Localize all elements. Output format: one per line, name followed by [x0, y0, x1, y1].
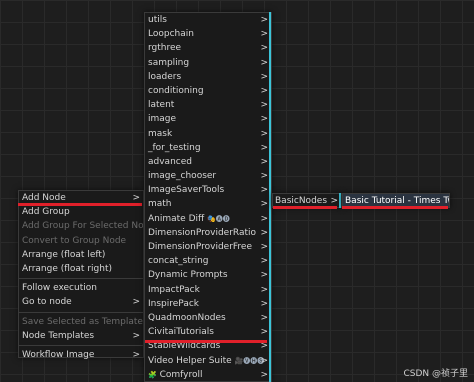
chevron-right-icon: > — [260, 270, 268, 281]
category-submenu: utils > Loopchain > rgthree > sampling >… — [144, 12, 272, 382]
menu-item-category[interactable]: image_chooser > — [145, 169, 271, 183]
chevron-right-icon: > — [260, 227, 268, 238]
menu-item-category[interactable]: Animate Diff 🎭🅐🅓 > — [145, 212, 271, 226]
highlight-underline-civitai — [145, 340, 267, 343]
chevron-right-icon: > — [260, 213, 268, 224]
menu-separator — [19, 344, 143, 346]
chevron-right-icon: > — [260, 369, 268, 380]
chevron-right-icon: > — [260, 185, 268, 196]
menu-item-category[interactable]: 🧩 Comfyroll > — [145, 368, 271, 382]
chevron-right-icon: > — [260, 256, 268, 267]
menu-item-category[interactable]: DimensionProviderRatio > — [145, 226, 271, 240]
animatediff-badge-icon: 🎭🅐🅓 — [207, 214, 230, 223]
menu-item-category[interactable]: latent > — [145, 98, 271, 112]
scroll-indicator — [269, 12, 271, 382]
canvas-context-menu: Add Node > Add Group Add Group For Selec… — [18, 190, 144, 360]
menu-item-arrange-right[interactable]: Arrange (float right) — [19, 262, 143, 276]
chevron-right-icon: > — [260, 156, 268, 167]
menu-item-category[interactable]: ImageSaverTools > — [145, 183, 271, 197]
menu-item-category[interactable]: sampling > — [145, 56, 271, 70]
menu-item-category[interactable]: Video Helper Suite 🎥🅥🅗🅢 > — [145, 354, 271, 368]
highlight-underline-basicnodes — [273, 206, 337, 209]
chevron-right-icon: > — [260, 29, 268, 40]
chevron-right-icon: > — [132, 297, 140, 308]
menu-item-category[interactable]: DimensionProviderFree > — [145, 240, 271, 254]
menu-item-category[interactable]: Loopchain > — [145, 27, 271, 41]
chevron-right-icon: > — [132, 349, 140, 360]
menu-item-node-templates[interactable]: Node Templates > — [19, 329, 143, 343]
menu-item-convert-group-node: Convert to Group Node — [22, 235, 127, 246]
chevron-right-icon: > — [260, 171, 268, 182]
menu-item-arrange-left[interactable]: Arrange (float left) — [19, 248, 143, 262]
menu-item-go-to-node[interactable]: Go to node > — [19, 295, 143, 309]
menu-separator — [19, 278, 143, 280]
highlight-underline-leaf — [342, 206, 448, 209]
menu-item-category[interactable]: InspirePack > — [145, 297, 271, 311]
menu-item-add-group-selected: Add Group For Selected Nodes — [22, 221, 143, 232]
chevron-right-icon: > — [260, 100, 268, 111]
chevron-right-icon: > — [260, 128, 268, 139]
menu-item-category[interactable]: utils > — [145, 13, 271, 27]
chevron-right-icon: > — [260, 327, 268, 338]
menu-item-add-group[interactable]: Add Group — [19, 205, 143, 219]
menu-item-category[interactable]: advanced > — [145, 155, 271, 169]
menu-item-category[interactable]: concat_string > — [145, 254, 271, 268]
menu-item-category[interactable]: QuadmoonNodes > — [145, 311, 271, 325]
menu-item-category[interactable]: _for_testing > — [145, 141, 271, 155]
chevron-right-icon: > — [260, 85, 268, 96]
menu-item-category[interactable]: Dynamic Prompts > — [145, 268, 271, 282]
chevron-right-icon: > — [260, 142, 268, 153]
menu-item-category[interactable]: loaders > — [145, 70, 271, 84]
menu-item-category[interactable]: rgthree > — [145, 41, 271, 55]
chevron-right-icon: > — [260, 312, 268, 323]
menu-item-category[interactable]: mask > — [145, 127, 271, 141]
menu-item-follow-execution[interactable]: Follow execution — [19, 281, 143, 295]
menu-item-save-template: Save Selected as Template — [22, 316, 143, 327]
chevron-right-icon: > — [260, 284, 268, 295]
chevron-right-icon: > — [260, 298, 268, 309]
menu-item-category[interactable]: conditioning > — [145, 84, 271, 98]
chevron-right-icon: > — [260, 15, 268, 25]
menu-item-category[interactable]: image > — [145, 112, 271, 126]
menu-item-category[interactable]: math > — [145, 197, 271, 211]
submenu-edge — [339, 193, 341, 208]
menu-separator — [19, 311, 143, 313]
chevron-right-icon: > — [260, 199, 268, 210]
chevron-right-icon: > — [132, 330, 140, 341]
chevron-right-icon: > — [260, 242, 268, 252]
menu-item-category[interactable]: ImpactPack > — [145, 283, 271, 297]
chevron-right-icon: > — [260, 43, 268, 54]
puzzle-piece-icon: 🧩 — [148, 370, 157, 379]
menu-item-workflow-image[interactable]: Workflow Image > — [19, 348, 143, 362]
watermark: CSDN @祯子里 — [403, 369, 468, 379]
chevron-right-icon: > — [260, 71, 268, 82]
chevron-right-icon: > — [260, 355, 268, 366]
chevron-right-icon: > — [260, 114, 268, 125]
chevron-right-icon: > — [260, 57, 268, 68]
highlight-underline-add-node — [18, 203, 142, 206]
menu-item-civitai-tutorials[interactable]: CivitaiTutorials > — [145, 325, 271, 339]
